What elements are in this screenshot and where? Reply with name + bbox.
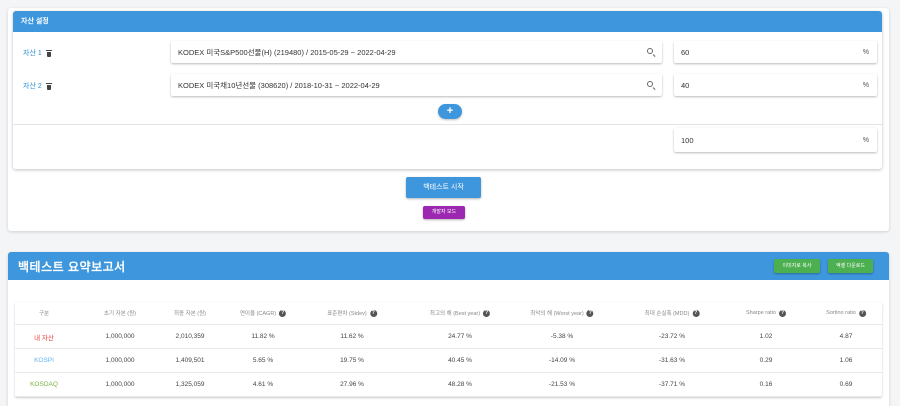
table-cell: 27.96 %	[340, 381, 364, 388]
asset-2-weight-input[interactable]: 40 %	[674, 74, 877, 96]
table-cell: -23.72 %	[658, 333, 686, 340]
table-cell: 11.82 %	[251, 333, 275, 340]
help-icon[interactable]: ?	[586, 309, 594, 317]
copy-image-button[interactable]: 이미지로 복사	[774, 259, 820, 273]
table-cell: 1,325,059	[175, 381, 205, 388]
asset-1-weight: 60	[681, 47, 690, 57]
table-cell: 1,000,000	[105, 381, 135, 388]
table-cell: 40.45 %	[448, 357, 472, 364]
divider	[13, 124, 882, 125]
table-cell: 0.29	[759, 357, 773, 364]
asset-2-label: 자산 2	[23, 81, 52, 91]
table-cell: 0.69	[839, 381, 853, 388]
asset-1-search-input[interactable]: KODEX 미국S&P500선물(H) (219480) / 2015-05-2…	[171, 41, 662, 63]
table-cell: -37.71 %	[658, 381, 686, 388]
excel-download-button[interactable]: 엑셀 다운로드	[828, 259, 873, 273]
percent-unit: %	[862, 48, 869, 56]
table-cell: 19.75 %	[340, 357, 364, 364]
column-header: 표준편차 (Stdev)?	[327, 309, 377, 317]
table-cell: 24.77 %	[448, 333, 472, 340]
column-header: 구분	[38, 311, 50, 317]
asset-settings-header: 자산 설정	[13, 11, 882, 32]
asset-2-value: KODEX 미국채10년선물 (308620) / 2018-10-31 ~ 2…	[178, 80, 380, 90]
table-cell: 4.61 %	[252, 381, 274, 388]
table-row: KOSDAQ 1,000,000 1,325,059 4.61 % 27.96 …	[15, 373, 882, 397]
report-title: 백테스트 요약보고서	[18, 260, 126, 274]
report-card: 백테스트 요약보고서 이미지로 복사 엑셀 다운로드 구분 초기 자본 (원) …	[8, 252, 889, 406]
table-cell: -5.38 %	[550, 333, 574, 340]
asset-1-value: KODEX 미국S&P500선물(H) (219480) / 2015-05-2…	[178, 47, 396, 57]
help-icon[interactable]: ?	[369, 309, 377, 317]
percent-unit: %	[862, 136, 869, 144]
total-weight: 100	[681, 135, 694, 145]
table-header-row: 구분 초기 자본 (원) 최종 자본 (원) 연이율 (CAGR)? 표준편차 …	[15, 302, 882, 325]
table-row: 내 자산 1,000,000 2,010,359 11.82 % 11.62 %…	[15, 325, 882, 349]
table-cell: -31.63 %	[658, 357, 686, 364]
trash-icon[interactable]	[45, 82, 52, 90]
table-cell: 1,409,501	[175, 357, 205, 364]
report-header: 백테스트 요약보고서 이미지로 복사 엑셀 다운로드	[8, 252, 889, 280]
table-cell: 1.06	[839, 357, 853, 364]
asset-2-label-text: 자산 2	[23, 83, 42, 90]
asset-settings-card: 자산 설정 자산 1 KODEX 미국S&P500선물(H) (219480) …	[8, 8, 889, 231]
table-cell: 11.62 %	[340, 333, 364, 340]
asset-1-label: 자산 1	[23, 48, 52, 58]
help-icon[interactable]: ?	[692, 309, 700, 317]
asset-1-label-text: 자산 1	[23, 50, 42, 57]
developer-mode-button[interactable]: 개발자 모드	[423, 206, 465, 219]
row-name: 내 자산	[34, 334, 54, 342]
column-header: 최대 손실폭 (MDD)?	[644, 309, 700, 317]
table-cell: -21.53 %	[548, 381, 576, 388]
table-cell: 1,000,000	[105, 333, 135, 340]
row-name: KOSPI	[34, 357, 54, 364]
table-cell: -14.09 %	[548, 357, 576, 364]
asset-1-weight-input[interactable]: 60 %	[674, 41, 877, 63]
help-icon[interactable]: ?	[858, 309, 866, 317]
column-header: 최종 자본 (원)	[173, 311, 207, 317]
column-header: 최악의 해 (Worst year)?	[530, 309, 594, 317]
trash-icon[interactable]	[45, 49, 52, 57]
table-cell: 4.87	[839, 333, 853, 340]
table-cell: 5.65 %	[252, 357, 274, 364]
asset-2-weight: 40	[681, 80, 690, 90]
table-cell: 1,000,000	[105, 357, 135, 364]
help-icon[interactable]: ?	[483, 309, 491, 317]
table-cell: 2,010,359	[175, 333, 205, 340]
column-header: 초기 자본 (원)	[103, 311, 137, 317]
column-header: Sortino ratio?	[826, 309, 866, 317]
search-icon[interactable]	[647, 48, 653, 54]
search-icon[interactable]	[647, 81, 653, 87]
column-header: 연이율 (CAGR)?	[239, 309, 287, 317]
report-table: 구분 초기 자본 (원) 최종 자본 (원) 연이율 (CAGR)? 표준편차 …	[15, 302, 882, 397]
asset-settings-panel: 자산 설정 자산 1 KODEX 미국S&P500선물(H) (219480) …	[13, 11, 882, 169]
backtest-start-button[interactable]: 백테스트 시작	[406, 177, 481, 198]
total-weight-field: 100 %	[674, 128, 877, 152]
asset-2-search-input[interactable]: KODEX 미국채10년선물 (308620) / 2018-10-31 ~ 2…	[171, 74, 662, 96]
add-asset-button[interactable]: +	[438, 104, 462, 119]
row-name: KOSDAQ	[30, 381, 58, 388]
help-icon[interactable]: ?	[778, 309, 786, 317]
percent-unit: %	[862, 81, 869, 89]
table-row: KOSPI 1,000,000 1,409,501 5.65 % 19.75 %…	[15, 349, 882, 373]
column-header: Sharpe ratio?	[746, 309, 786, 317]
table-cell: 0.16	[759, 381, 773, 388]
help-icon[interactable]: ?	[279, 309, 287, 317]
table-cell: 48.28 %	[448, 381, 472, 388]
table-cell: 1.02	[759, 333, 773, 340]
column-header: 최고의 해 (Best year)?	[429, 309, 491, 317]
